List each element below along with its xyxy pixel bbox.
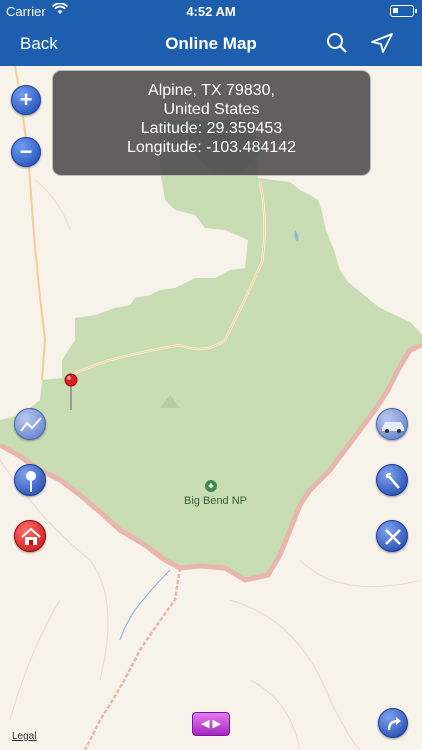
swipe-arrows-button[interactable]: ◀ ▶ [192, 712, 230, 736]
page-title: Online Map [165, 34, 257, 53]
address-line-1: Alpine, TX 79830, [148, 82, 275, 99]
nav-bar: Back Online Map [0, 22, 422, 66]
longitude-label: Longitude: -103.484142 [126, 139, 297, 156]
pin-icon [26, 471, 36, 492]
directions-button[interactable] [376, 464, 408, 496]
pin-button[interactable] [14, 464, 46, 496]
location-arrow-icon[interactable] [370, 32, 394, 59]
directions-icon [386, 473, 400, 489]
route-button[interactable] [14, 408, 46, 440]
legal-link[interactable]: Legal [12, 731, 36, 742]
battery-icon [390, 5, 417, 17]
house-icon [21, 527, 41, 545]
car-button[interactable] [376, 408, 408, 440]
tools-icon [385, 529, 401, 545]
home-button[interactable] [14, 520, 46, 552]
zoom-out-button[interactable]: − [11, 137, 41, 167]
location-info-box: Alpine, TX 79830, United States Latitude… [52, 70, 371, 176]
share-button[interactable] [378, 708, 408, 738]
latitude-label: Latitude: 29.359453 [140, 120, 283, 137]
route-icon [20, 417, 42, 432]
park-icon: ♣ [205, 480, 217, 492]
address-line-2: United States [163, 101, 260, 118]
park-label: Big Bend NP [184, 495, 247, 507]
clock: 4:52 AM [186, 4, 236, 19]
zoom-in-button[interactable]: + [11, 85, 41, 115]
status-bar: Carrier 4:52 AM [0, 0, 422, 22]
car-icon [382, 422, 404, 433]
search-icon[interactable] [326, 32, 348, 59]
redo-arrow-icon [387, 717, 401, 731]
tools-button[interactable] [376, 520, 408, 552]
